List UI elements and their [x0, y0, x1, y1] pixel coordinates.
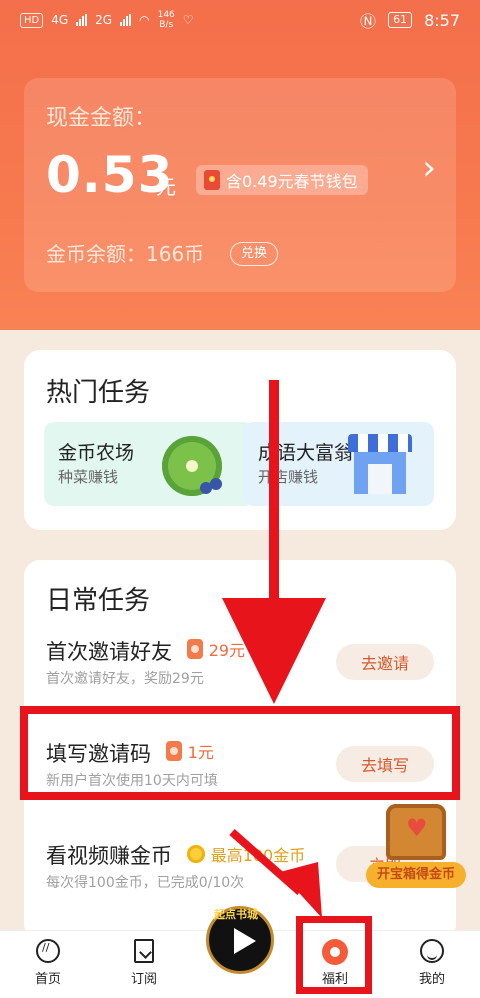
play-stamp-label: 起点书城: [214, 908, 258, 921]
annotation-arrow-head-2: [280, 862, 322, 918]
annotation-highlight-welfare-tab: [296, 916, 372, 994]
annotation-arrows: [222, 380, 326, 918]
annotation-highlight-invite-code: [20, 706, 460, 800]
annotation-arrow-shaft-2: [229, 829, 303, 895]
profile-icon: [420, 939, 444, 963]
nav-label: 订阅: [130, 972, 157, 987]
nav-item-subscribe[interactable]: 订阅: [96, 931, 192, 998]
annotation-arrow-head: [222, 598, 326, 704]
home-icon: [36, 939, 60, 963]
bookmark-icon: [134, 939, 154, 963]
nav-item-home[interactable]: 首页: [0, 931, 96, 998]
nav-label: 我的: [418, 972, 445, 987]
nav-label: 首页: [34, 972, 61, 987]
nav-item-profile[interactable]: 我的: [384, 931, 480, 998]
